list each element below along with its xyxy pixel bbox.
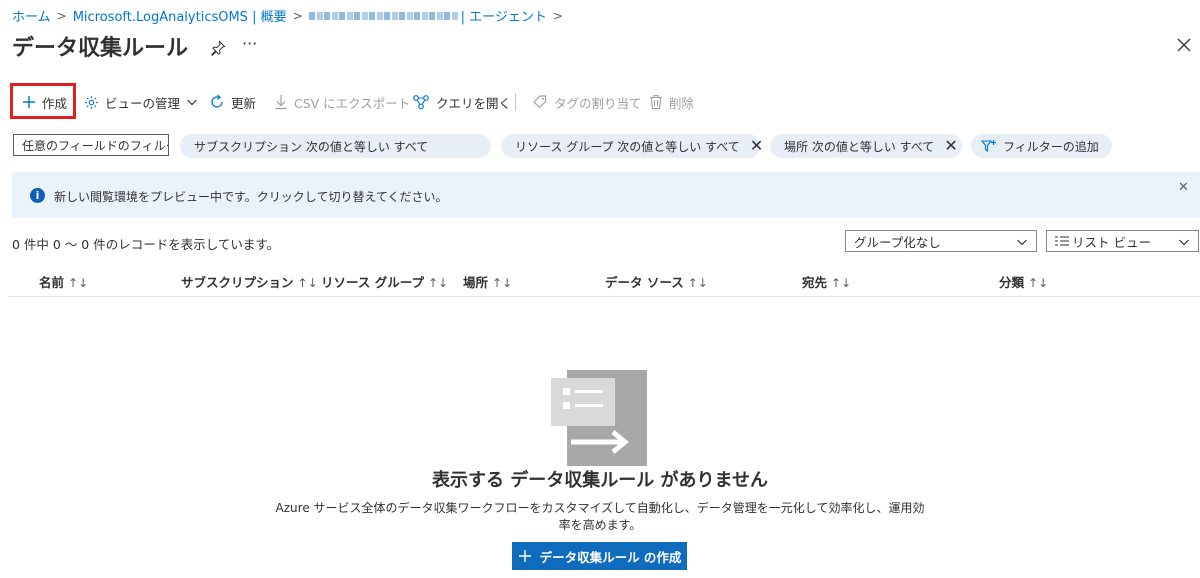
column-header-subscription[interactable]: サブスクリプション ↑↓ <box>181 272 318 291</box>
sort-icon: ↑↓ <box>297 276 318 290</box>
close-icon[interactable]: ✕ <box>944 138 957 154</box>
export-csv-label: CSV にエクスポート <box>294 95 411 111</box>
subscription-filter-pill[interactable]: サブスクリプション 次の値と等しい すべて <box>180 134 491 158</box>
info-icon: i <box>30 188 45 203</box>
grouping-select-value: グループ化なし <box>854 234 941 250</box>
column-header-category[interactable]: 分類 ↑↓ <box>999 272 1048 291</box>
table-header: 名前 ↑↓ サブスクリプション ↑↓ リソース グループ ↑↓ 場所 ↑↓ データ ソー… <box>8 264 1200 297</box>
breadcrumb: ホーム > Microsoft.LogAnalyticsOMS | 概要 > |… <box>12 6 563 26</box>
empty-state-description: Azure サービス全体のデータ収集ワークフローをカスタマイズして自動化し、デー… <box>275 501 925 532</box>
assign-tags-label: タグの割り当て <box>554 95 642 111</box>
download-icon <box>275 95 287 110</box>
chevron-down-icon <box>1179 239 1189 246</box>
column-header-label: 名前 <box>39 275 65 290</box>
create-data-collection-rule-label: データ収集ルール の作成 <box>539 549 682 565</box>
command-bar: 作成 ビューの管理 更新 CSV にエクスポート クエリを開く タグの割り当て … <box>10 83 1192 120</box>
breadcrumb-workspace[interactable]: Microsoft.LogAnalyticsOMS | 概要 <box>73 6 287 25</box>
sort-icon: ↑↓ <box>831 276 852 290</box>
sort-icon: ↑↓ <box>427 276 449 290</box>
column-header-destination[interactable]: 宛先 ↑↓ <box>802 272 851 291</box>
column-header-label: 分類 <box>999 275 1025 290</box>
tag-icon <box>533 95 547 109</box>
query-icon <box>413 95 429 110</box>
column-header-label: リソース グループ <box>321 275 424 290</box>
create-button[interactable]: 作成 <box>22 84 67 120</box>
close-icon[interactable] <box>1176 37 1192 53</box>
add-filter-icon <box>981 140 996 153</box>
breadcrumb-agents-label: | エージェント <box>460 10 547 25</box>
view-select[interactable]: リスト ビュー <box>1046 230 1199 252</box>
subscription-filter-label: サブスクリプション 次の値と等しい すべて <box>194 139 429 154</box>
column-header-label: 宛先 <box>802 275 828 290</box>
column-header-name[interactable]: 名前 ↑↓ <box>39 272 88 291</box>
page: ホーム > Microsoft.LogAnalyticsOMS | 概要 > |… <box>0 0 1200 578</box>
sort-icon: ↑↓ <box>1028 276 1049 290</box>
grouping-select[interactable]: グループ化なし <box>845 230 1037 252</box>
sort-icon: ↑↓ <box>492 276 513 290</box>
breadcrumb-home[interactable]: ホーム <box>12 6 51 25</box>
sort-icon: ↑↓ <box>68 276 89 290</box>
redacted-text <box>308 11 459 20</box>
create-data-collection-rule-button[interactable]: データ収集ルール の作成 <box>512 542 687 570</box>
breadcrumb-separator: > <box>552 8 563 23</box>
export-csv-button[interactable]: CSV にエクスポート <box>274 84 410 120</box>
sort-icon: ↑↓ <box>687 276 708 290</box>
page-title: データ収集ルール <box>12 36 189 61</box>
toolbar-divider <box>515 93 516 111</box>
more-options-icon[interactable]: ··· <box>242 34 257 53</box>
empty-state-title: 表示する データ収集ルール がありません <box>432 470 768 491</box>
empty-state-illustration-icon <box>551 370 647 466</box>
resource-group-filter-label: リソース グループ 次の値と等しい すべて <box>515 139 740 154</box>
delete-label: 削除 <box>669 95 695 111</box>
column-header-label: サブスクリプション <box>181 275 294 290</box>
refresh-icon <box>211 94 223 108</box>
refresh-label: 更新 <box>231 95 257 111</box>
chevron-down-icon <box>1017 239 1027 246</box>
gear-icon <box>85 95 98 109</box>
delete-button[interactable]: 削除 <box>649 84 694 120</box>
create-button-label: 作成 <box>42 95 68 111</box>
pin-icon[interactable] <box>210 40 226 56</box>
column-header-label: 場所 <box>463 275 489 290</box>
record-count: 0 件中 0 ～ 0 件のレコードを表示しています。 <box>12 237 280 252</box>
view-select-value: リスト ビュー <box>1072 234 1151 250</box>
breadcrumb-agents[interactable]: | エージェント <box>308 6 547 25</box>
breadcrumb-separator: > <box>292 8 303 23</box>
assign-tags-button[interactable]: タグの割り当て <box>532 84 642 120</box>
plus-icon <box>518 550 531 562</box>
column-header-location[interactable]: 場所 ↑↓ <box>463 272 512 291</box>
refresh-button[interactable]: 更新 <box>209 84 256 120</box>
list-icon <box>1055 236 1069 246</box>
manage-view-button[interactable]: ビューの管理 <box>84 84 198 120</box>
column-header-label: データ ソース <box>605 275 684 290</box>
add-filter-label: フィルターの追加 <box>1003 139 1099 154</box>
location-filter-label: 場所 次の値と等しい すべて <box>784 139 935 154</box>
column-header-data-source[interactable]: データ ソース ↑↓ <box>605 272 708 291</box>
banner-text: 新しい閲覧環境をプレビュー中です。クリックして切り替えてください。 <box>54 190 448 204</box>
add-filter-button[interactable]: フィルターの追加 <box>971 134 1112 158</box>
manage-view-label: ビューの管理 <box>105 95 181 111</box>
breadcrumb-separator: > <box>56 8 67 23</box>
close-icon[interactable]: ✕ <box>1178 180 1189 195</box>
close-icon[interactable]: ✕ <box>750 138 763 154</box>
plus-icon <box>23 96 35 108</box>
filter-search-input[interactable]: 任意のフィールドのフィルタ <box>13 134 169 156</box>
preview-banner[interactable]: i 新しい閲覧環境をプレビュー中です。クリックして切り替えてください。 ✕ <box>12 172 1200 218</box>
location-filter-pill[interactable]: 場所 次の値と等しい すべて ✕ <box>770 134 962 158</box>
resource-group-filter-pill[interactable]: リソース グループ 次の値と等しい すべて ✕ <box>501 134 763 158</box>
column-header-resource-group[interactable]: リソース グループ ↑↓ <box>321 272 448 291</box>
open-query-label: クエリを開く <box>436 95 512 111</box>
trash-icon <box>650 94 662 110</box>
open-query-button[interactable]: クエリを開く <box>412 84 511 120</box>
chevron-down-icon <box>187 99 197 106</box>
